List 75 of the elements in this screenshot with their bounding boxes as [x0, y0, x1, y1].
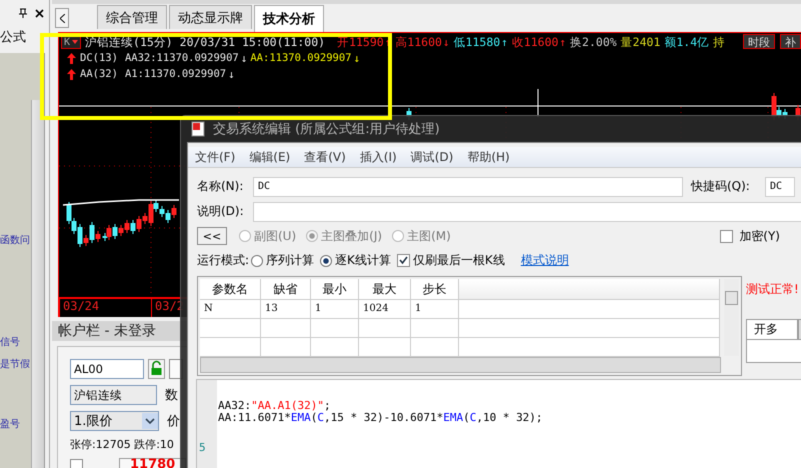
menu-item[interactable]: 插入(I) — [360, 148, 397, 166]
column-header[interactable]: 最大 — [359, 279, 411, 300]
quote-text: 高11600 — [395, 34, 442, 50]
date-label: 03/24 — [59, 299, 151, 317]
list-item[interactable]: 信号 — [0, 335, 20, 349]
price-limits-text: 张停:12705 跌停:10 — [70, 437, 174, 452]
order-type-dropdown[interactable]: 1.限价 — [70, 411, 159, 431]
quote-text: 量2401 — [620, 34, 660, 50]
field-label: 快捷码(Q): — [691, 178, 751, 195]
field-label: 运行模式: — [197, 252, 250, 269]
column-header[interactable]: 步长 — [411, 279, 459, 300]
radio-label: 主图叠加(J) — [321, 228, 382, 244]
trend-arrow: ↓ — [228, 68, 235, 80]
column-header[interactable]: 参数名 — [200, 279, 261, 300]
field-label: 名称(N): — [197, 178, 244, 195]
chart-button[interactable]: 补 — [780, 34, 801, 49]
contract-field: 沪铝连续 — [70, 385, 157, 405]
status-text: 测试正常! — [746, 281, 800, 298]
panel-title: 公式 — [0, 29, 27, 47]
indicator-value: AA:11370.0929907 — [250, 52, 352, 64]
shortcut-field[interactable]: DC — [765, 176, 795, 196]
window-title: 交易系统编辑 (所属公式组:用户待处理) — [213, 121, 440, 138]
menu-item[interactable]: 编辑(E) — [249, 148, 290, 166]
code-field[interactable]: AL00 — [70, 359, 144, 379]
code-line: AA32:"AA.A1(32)"; — [218, 400, 332, 412]
checkbox-label: 加密(Y) — [739, 228, 780, 244]
list-item[interactable]: 函数问 — [0, 233, 30, 247]
table-cell: 13 — [261, 300, 311, 319]
trend-arrow: ↑ — [501, 36, 508, 48]
column-header[interactable]: 最小 — [311, 279, 359, 300]
field-label: 价 — [167, 413, 180, 430]
code-editor[interactable]: 5 AA32:"AA.A1(32)"; AA:11.6071*EMA(C,15 * 32)-10.6071*EMA(C,10 * 32); — [196, 379, 801, 468]
name-field[interactable]: DC — [253, 176, 683, 196]
indicator-name: AA(32) — [80, 68, 118, 80]
line-number: 5 — [199, 441, 206, 454]
trend-arrow: ↓ — [240, 52, 248, 64]
table-cell: 1 — [411, 300, 459, 319]
tab[interactable]: 开多 — [746, 319, 798, 339]
indicator-value: AA32:11370.0929907 — [124, 52, 239, 64]
quote-text: 收11600 — [512, 34, 558, 50]
menu-item[interactable]: 文件(F) — [195, 148, 236, 166]
indicator-value: A1:11370.0929907 — [124, 68, 226, 80]
chart-button[interactable]: 时段 — [743, 34, 775, 49]
quote-text: 低11580 — [454, 34, 500, 50]
menu-item[interactable]: 帮助(H) — [467, 148, 510, 166]
field-label: 数 — [165, 387, 178, 404]
field-label: 说明(D): — [197, 203, 245, 220]
quote-text: 换2.00% — [570, 34, 617, 50]
trend-arrow: ↓ — [442, 36, 450, 48]
quote-text: 开11590 — [337, 34, 384, 50]
checkbox-label: 仅刷最后一根K线 — [412, 252, 505, 269]
tab[interactable]: 技术分析 — [254, 5, 324, 32]
radio-label: 主图(M) — [407, 228, 451, 244]
tab[interactable]: 动态显示牌 — [169, 5, 252, 29]
column-header[interactable]: 缺省 — [261, 279, 311, 300]
code-line: AA:11.6071*EMA(C,15 * 32)-10.6071*EMA(C,10 * 32); — [218, 412, 543, 424]
table-cell: 1 — [311, 300, 359, 319]
quote-text: 持 — [713, 34, 726, 50]
table-cell: 1024 — [359, 300, 411, 319]
trend-arrow: ↑ — [559, 36, 566, 48]
trend-arrow: ↓ — [354, 52, 360, 64]
menu-item[interactable]: 查看(V) — [304, 148, 346, 166]
list-item[interactable]: 盈号 — [0, 417, 20, 431]
quote-text: 额1.4亿 — [664, 34, 710, 50]
indicator-name: DC(13) — [80, 52, 118, 64]
radio-label: 副图(U) — [254, 228, 296, 244]
chart-title: 沪铝连续(15分) 20/03/31 15:00(11:00) — [85, 34, 326, 50]
help-link[interactable]: 模式说明 — [520, 252, 569, 269]
list-item[interactable]: 是节假 — [0, 357, 30, 371]
table-cell: N — [200, 300, 261, 319]
radio-label: 序列计算 — [266, 252, 314, 269]
radio-label: 逐K线计算 — [335, 252, 391, 269]
tab[interactable]: 综合管理 — [97, 5, 167, 29]
collapse-button[interactable]: << — [197, 227, 227, 245]
menu-item[interactable]: 调试(D) — [410, 148, 454, 166]
